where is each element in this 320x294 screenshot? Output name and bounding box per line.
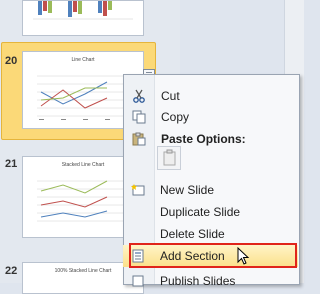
mouse-cursor-icon bbox=[237, 247, 250, 265]
highlight-box bbox=[129, 243, 297, 268]
menu-label-paste-options: Paste Options: bbox=[161, 132, 246, 146]
slide-thumbnail-19[interactable] bbox=[22, 0, 144, 36]
menu-item-paste-options: Paste Options: bbox=[124, 128, 299, 150]
menu-label-cut: Cut bbox=[161, 89, 180, 103]
slide-number-22: 22 bbox=[5, 265, 18, 277]
bar-chart-thumbnail bbox=[33, 1, 133, 20]
paste-keep-formatting-button[interactable] bbox=[157, 146, 181, 170]
menu-item-copy[interactable]: Copy bbox=[124, 106, 299, 128]
paste-icon bbox=[132, 132, 146, 146]
scissors-icon bbox=[133, 89, 145, 103]
copy-icon bbox=[132, 110, 146, 124]
clipboard-icon bbox=[163, 149, 176, 166]
menu-item-cut[interactable]: Cut bbox=[124, 85, 299, 107]
slide-number-21: 21 bbox=[5, 158, 18, 170]
slide-number-20: 20 bbox=[5, 55, 18, 67]
menu-label-copy: Copy bbox=[161, 110, 190, 124]
